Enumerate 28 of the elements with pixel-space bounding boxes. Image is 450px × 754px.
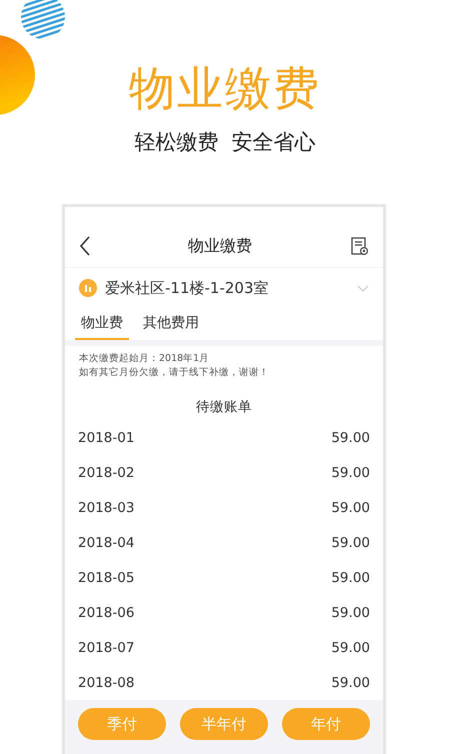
page-title: 物业缴费 bbox=[188, 236, 252, 256]
building-icon bbox=[79, 279, 97, 297]
bill-amount: 59.00 bbox=[331, 674, 370, 690]
bill-amount: 59.00 bbox=[331, 604, 370, 620]
hero-title: 物业缴费 bbox=[129, 60, 321, 117]
bill-month: 2018-02 bbox=[78, 464, 134, 480]
back-icon[interactable] bbox=[79, 236, 91, 256]
hero-subtitle: 轻松缴费 安全省心 bbox=[134, 129, 316, 156]
tab[interactable]: 其他费用 bbox=[137, 308, 205, 340]
section-title: 待缴账单 bbox=[195, 398, 253, 417]
bill-month: 2018-05 bbox=[78, 570, 134, 586]
bill-amount: 59.00 bbox=[331, 500, 370, 516]
bill-amount: 59.00 bbox=[331, 534, 370, 550]
notice-text: 如有其它月份欠缴，请于线下补缴，谢谢！ bbox=[79, 366, 270, 380]
notice-text: 本次缴费起始月：2018年1月 bbox=[79, 352, 210, 366]
bill-month: 2018-07 bbox=[78, 640, 134, 656]
bill-month: 2018-06 bbox=[78, 604, 134, 620]
bill-amount: 59.00 bbox=[331, 640, 370, 656]
bill-amount: 59.00 bbox=[331, 464, 370, 480]
address-text[interactable]: 爱米社区-11楼-1-203室 bbox=[105, 278, 349, 298]
bill-month: 2018-08 bbox=[78, 674, 134, 690]
bill-month: 2018-03 bbox=[78, 500, 134, 516]
tab[interactable]: 物业费 bbox=[75, 308, 129, 340]
bill-month: 2018-04 bbox=[78, 534, 134, 550]
bill-month: 2018-01 bbox=[78, 430, 134, 446]
bill-amount: 59.00 bbox=[331, 570, 370, 586]
receipt-icon[interactable] bbox=[349, 236, 369, 256]
bill-amount: 59.00 bbox=[331, 430, 370, 446]
